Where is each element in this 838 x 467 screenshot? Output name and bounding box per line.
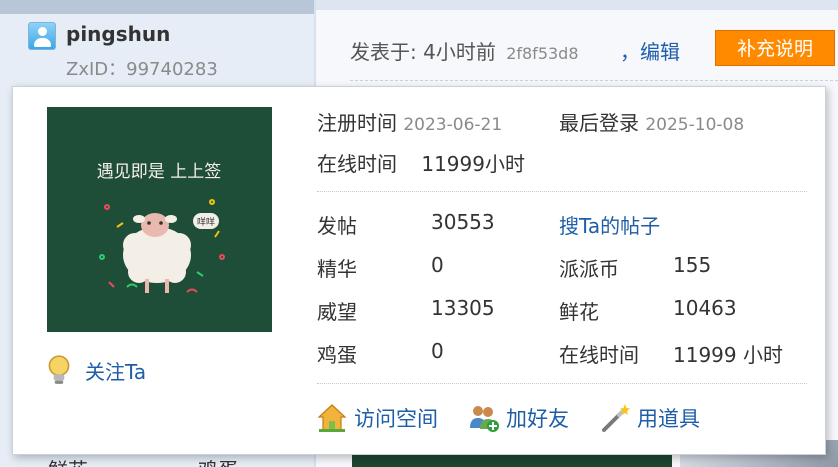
lastlogin-label: 最后登录 <box>559 111 639 135</box>
online2-value: 11999 小时 <box>673 343 783 367</box>
avatar-caption: 遇见即是 上上签 <box>97 162 221 182</box>
register-label: 注册时间 <box>317 111 397 135</box>
online-label: 在线时间 <box>317 152 397 176</box>
flowers-value: 10463 <box>673 296 737 320</box>
author-name[interactable]: pingshun <box>66 22 170 46</box>
egg-fragment: 鸡蛋 <box>198 454 298 467</box>
add-friend-icon <box>470 406 499 432</box>
follow-label: 关注Ta <box>85 359 147 384</box>
posts-value: 30553 <box>431 210 495 234</box>
sheep-illustration-icon: 遇见即是 上上签 咩咩 <box>47 107 272 332</box>
register-value: 2023-06-21 <box>403 115 503 135</box>
avatar-bubble-text: 咩咩 <box>197 216 215 228</box>
add-friend-label: 加好友 <box>506 407 569 431</box>
home-icon <box>317 404 347 432</box>
register-time: 注册时间 2023-06-21 <box>317 107 502 136</box>
bottom-fragments: 鲜花 鸡蛋 <box>14 454 314 467</box>
flower-fragment: 鲜花 <box>48 454 148 467</box>
user-info-popup: 遇见即是 上上签 咩咩 关注Ta 注册时间 2023-06-21 最后登录 20… <box>12 86 826 455</box>
magic-wand-icon <box>602 404 630 432</box>
author-avatar-icon[interactable] <box>28 22 56 50</box>
prestige-value: 13305 <box>431 296 495 320</box>
flowers-label: 鲜花 <box>559 300 599 324</box>
prestige-label: 威望 <box>317 300 357 324</box>
visit-space-button[interactable]: 访问空间 <box>316 402 438 434</box>
online-time: 在线时间 11999小时 <box>317 148 525 177</box>
add-friend-button[interactable]: 加好友 <box>468 402 569 434</box>
visit-space-label: 访问空间 <box>354 407 438 431</box>
coins-label: 派派币 <box>559 257 619 281</box>
lightbulb-icon <box>48 355 70 384</box>
eggs-value: 0 <box>431 339 444 363</box>
digest-label: 精华 <box>317 257 357 281</box>
post-hash: 2f8f53d8 <box>506 44 579 63</box>
card-actions: 访问空间 加好友 用道具 <box>316 402 730 434</box>
post-header-divider <box>350 80 838 81</box>
use-item-button[interactable]: 用道具 <box>599 402 700 434</box>
post-time: 发表于: 4小时前 <box>350 40 496 64</box>
post-topbar <box>314 0 838 10</box>
posts-label: 发帖 <box>317 214 357 238</box>
user-avatar-image[interactable]: 遇见即是 上上签 咩咩 <box>47 107 272 332</box>
post-meta: 发表于: 4小时前 2f8f53d8 <box>350 36 579 65</box>
last-login: 最后登录 2025-10-08 <box>559 107 744 136</box>
author-zxid: ZxID：99740283 <box>66 59 218 80</box>
coins-value: 155 <box>673 253 712 277</box>
supplement-button[interactable]: 补充说明 <box>715 30 835 66</box>
use-item-label: 用道具 <box>637 407 700 431</box>
info-divider-bottom <box>317 383 807 384</box>
info-divider-top <box>317 191 807 192</box>
online2-label: 在线时间 <box>559 343 639 367</box>
online-value: 11999小时 <box>421 152 525 176</box>
follow-button[interactable]: 关注Ta <box>43 354 146 386</box>
sidebar-topbar <box>0 0 314 14</box>
search-posts-link[interactable]: 搜Ta的帖子 <box>559 210 660 239</box>
eggs-label: 鸡蛋 <box>317 343 357 367</box>
edit-link[interactable]: ，编辑 <box>620 36 680 65</box>
digest-value: 0 <box>431 253 444 277</box>
lastlogin-value: 2025-10-08 <box>645 115 745 135</box>
